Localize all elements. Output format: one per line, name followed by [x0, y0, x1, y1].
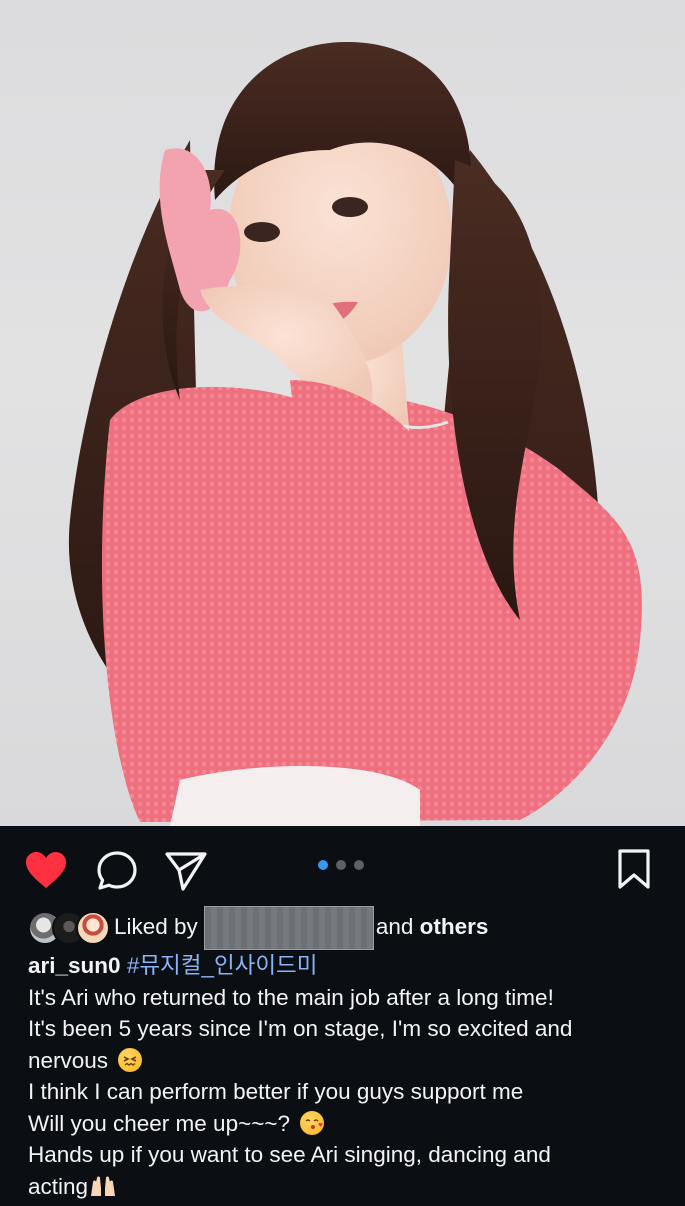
blurred-username — [203, 906, 374, 950]
username-link[interactable]: ari_sun0 — [28, 953, 121, 978]
caption-line-with-emoji: nervous — [28, 1045, 668, 1077]
kissing-face-emoji-icon — [300, 1110, 325, 1135]
confounded-face-emoji-icon — [118, 1047, 143, 1072]
liked-others-link[interactable]: others — [420, 914, 489, 939]
action-bar — [0, 826, 685, 906]
caption-line: Will you cheer me up~~~? — [28, 1110, 291, 1136]
caption-line: acting — [28, 1173, 89, 1199]
post-photo[interactable] — [0, 0, 685, 826]
post-caption: Liked by and others ari_sun0 #뮤지컬_인사이드미 I… — [28, 906, 668, 1202]
caption-line-with-emoji: Will you cheer me up~~~? — [28, 1108, 668, 1140]
likes-row[interactable]: Liked by and others — [28, 906, 668, 950]
comment-icon[interactable] — [96, 850, 138, 892]
caption-header: ari_sun0 #뮤지컬_인사이드미 — [28, 950, 668, 982]
liked-and-label: and — [375, 913, 414, 939]
caption-line: It's been 5 years since I'm on stage, I'… — [28, 1016, 573, 1041]
caption-line: nervous — [28, 1047, 109, 1073]
liked-by-label: Liked by — [114, 913, 198, 939]
heart-icon[interactable] — [24, 850, 68, 890]
carousel-dot — [336, 860, 346, 870]
carousel-dot — [354, 860, 364, 870]
raised-hands-emoji-icon — [88, 1174, 118, 1198]
hashtag-link[interactable]: #뮤지컬_인사이드미 — [127, 953, 318, 978]
liker-avatars — [28, 911, 110, 945]
caption-line: Hands up if you want to see Ari singing,… — [28, 1142, 551, 1167]
caption-line-with-emoji: acting — [28, 1171, 668, 1203]
caption-line: It's Ari who returned to the main job af… — [28, 984, 554, 1010]
portrait-illustration — [68, 41, 642, 826]
caption-line: I think I can perform better if you guys… — [28, 1079, 524, 1104]
carousel-dot-active — [318, 860, 328, 870]
share-icon[interactable] — [164, 850, 208, 892]
avatar — [76, 911, 110, 945]
bookmark-icon[interactable] — [616, 848, 652, 890]
carousel-indicator — [318, 860, 364, 872]
